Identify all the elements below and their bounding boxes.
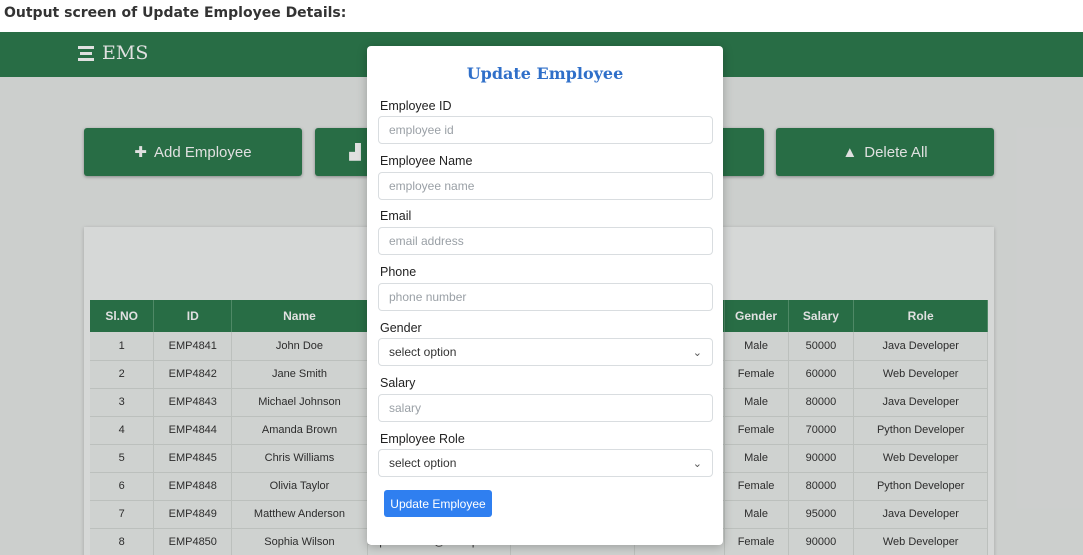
- update-employee-button[interactable]: Update Employee: [384, 490, 492, 517]
- chevron-down-icon: ⌄: [692, 457, 702, 470]
- salary-input[interactable]: [378, 394, 713, 422]
- employee-role-select[interactable]: select option ⌄: [378, 449, 713, 477]
- gender-select-value: select option: [389, 345, 457, 359]
- employee-name-label: Employee Name: [380, 154, 473, 168]
- employee-id-label: Employee ID: [380, 99, 452, 113]
- employee-role-label: Employee Role: [380, 432, 465, 446]
- email-label: Email: [380, 209, 412, 223]
- email-input[interactable]: [378, 227, 713, 255]
- gender-label: Gender: [380, 321, 422, 335]
- employee-name-input[interactable]: [378, 172, 713, 200]
- update-employee-modal: Update Employee Employee ID Employee Nam…: [367, 46, 723, 545]
- phone-label: Phone: [380, 265, 417, 279]
- gender-select[interactable]: select option ⌄: [378, 338, 713, 366]
- chevron-down-icon: ⌄: [692, 346, 702, 359]
- salary-label: Salary: [380, 376, 416, 390]
- page-caption: Output screen of Update Employee Details…: [4, 5, 347, 21]
- employee-id-input[interactable]: [378, 116, 713, 144]
- modal-title: Update Employee: [466, 64, 624, 83]
- employee-role-select-value: select option: [389, 456, 457, 470]
- phone-input[interactable]: [378, 283, 713, 311]
